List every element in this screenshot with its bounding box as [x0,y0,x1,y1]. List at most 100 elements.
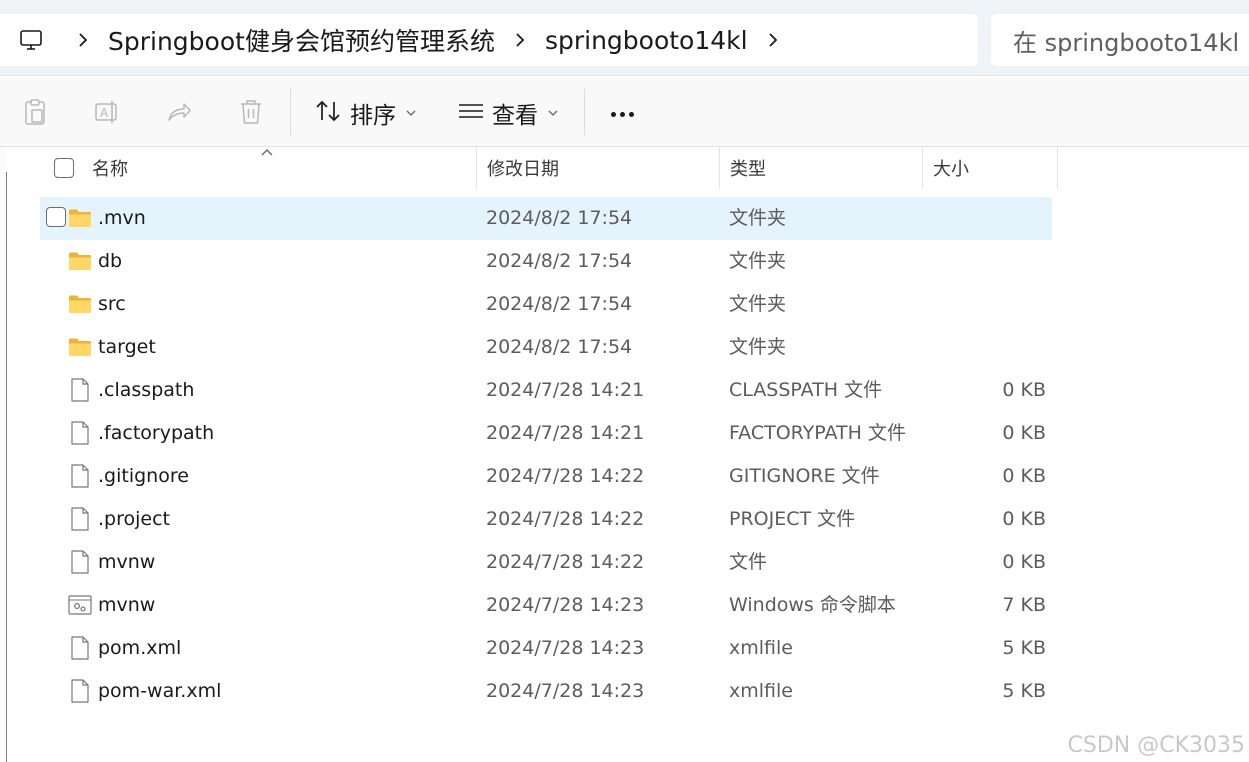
file-modified: 2024/7/28 14:22 [486,551,645,573]
file-name: src [98,293,126,315]
file-type: Windows 命令脚本 [729,594,896,616]
file-type: 文件夹 [729,293,787,315]
file-list: .mvn 2024/8/2 17:54 文件夹 db 2024/8/2 17:54 文件夹… [40,197,1052,713]
folder-icon [68,335,92,359]
file-row[interactable]: mvnw 2024/7/28 14:22 文件 0 KB [40,541,1052,584]
file-modified: 2024/7/28 14:23 [486,594,645,616]
address-bar[interactable]: Springboot健身会馆预约管理系统 springbooto14kl [0,14,978,66]
file-size: 0 KB [1002,465,1046,487]
file-name: db [98,250,123,272]
file-type: xmlfile [729,637,793,659]
file-icon [68,679,92,703]
file-modified: 2024/7/28 14:21 [486,422,645,444]
column-header-size-label: 大小 [933,159,969,180]
column-header-type-label: 类型 [730,159,766,180]
view-button[interactable]: 查看 [458,93,558,133]
file-row[interactable]: pom.xml 2024/7/28 14:23 xmlfile 5 KB [40,627,1052,670]
file-name: .factorypath [98,422,215,444]
file-row[interactable]: .mvn 2024/8/2 17:54 文件夹 [40,197,1052,240]
share-icon[interactable] [162,95,196,129]
script-file-icon [68,593,92,617]
file-row[interactable]: mvnw 2024/7/28 14:23 Windows 命令脚本 7 KB [40,584,1052,627]
view-label: 查看 [492,103,538,129]
file-row[interactable]: .project 2024/7/28 14:22 PROJECT 文件 0 KB [40,498,1052,541]
file-icon [68,464,92,488]
svg-text:A: A [100,106,109,120]
column-header-type[interactable]: 类型 [720,147,923,189]
address-bar-area: Springboot健身会馆预约管理系统 springbooto14kl 在 s… [0,0,1249,76]
file-row[interactable]: .classpath 2024/7/28 14:21 CLASSPATH 文件 0 K… [40,369,1052,412]
file-modified: 2024/7/28 14:23 [486,637,645,659]
file-type: PROJECT 文件 [729,508,856,530]
file-name: .classpath [98,379,195,401]
file-type: 文件夹 [729,336,787,358]
row-checkbox[interactable] [46,207,66,227]
column-header-row: 名称 修改日期 类型 大小 [40,147,1058,189]
chevron-down-icon [406,106,416,121]
chevron-right-icon[interactable] [752,14,794,66]
file-name: mvnw [98,594,156,616]
file-size: 5 KB [1002,637,1046,659]
folder-icon [68,292,92,316]
rename-icon[interactable]: A [90,95,124,129]
file-modified: 2024/8/2 17:54 [486,250,633,272]
file-row[interactable]: db 2024/8/2 17:54 文件夹 [40,240,1052,283]
file-row[interactable]: src 2024/8/2 17:54 文件夹 [40,283,1052,326]
file-modified: 2024/8/2 17:54 [486,207,633,229]
file-name: mvnw [98,551,156,573]
command-toolbar: A 排序 查看 [0,77,1249,147]
column-header-modified[interactable]: 修改日期 [477,147,720,189]
search-input[interactable]: 在 springbooto14kl 中 [991,14,1249,66]
breadcrumb-item-project[interactable]: Springboot健身会馆预约管理系统 [104,22,499,58]
paste-icon[interactable] [18,95,52,129]
file-row[interactable]: target 2024/8/2 17:54 文件夹 [40,326,1052,369]
file-size: 5 KB [1002,680,1046,702]
file-type: 文件 [729,551,768,573]
delete-icon[interactable] [234,95,268,129]
file-row[interactable]: pom-war.xml 2024/7/28 14:23 xmlfile 5 KB [40,670,1052,713]
file-icon [68,421,92,445]
chevron-down-icon [548,106,558,121]
view-list-icon [458,100,484,126]
select-all-checkbox[interactable] [54,147,78,189]
file-icon [68,636,92,660]
chevron-right-icon[interactable] [499,14,541,66]
file-type: 文件夹 [729,250,787,272]
file-icon [68,507,92,531]
file-icon [68,378,92,402]
file-size: 7 KB [1002,594,1046,616]
breadcrumb-item-current[interactable]: springbooto14kl [541,26,752,55]
file-type: GITIGNORE 文件 [729,465,880,487]
file-name: .gitignore [98,465,189,487]
sort-button[interactable]: 排序 [314,93,416,133]
file-type: FACTORYPATH 文件 [729,422,906,444]
chevron-right-icon[interactable] [62,14,104,66]
folder-icon [68,249,92,273]
file-name: .mvn [98,207,146,229]
file-name: pom-war.xml [98,680,222,702]
file-modified: 2024/8/2 17:54 [486,293,633,315]
file-size: 0 KB [1002,508,1046,530]
column-header-modified-label: 修改日期 [487,159,559,180]
search-placeholder: 在 springbooto14kl 中 [1013,28,1249,57]
toolbar-divider [290,89,291,135]
column-header-name[interactable]: 名称 [82,147,477,189]
file-name: .project [98,508,170,530]
file-type: xmlfile [729,680,793,702]
file-modified: 2024/7/28 14:22 [486,508,645,530]
file-name: pom.xml [98,637,182,659]
navigation-pane-divider[interactable] [6,172,7,762]
file-modified: 2024/8/2 17:54 [486,336,633,358]
column-header-size[interactable]: 大小 [923,147,1058,189]
folder-icon [68,206,92,230]
this-pc-icon[interactable] [0,14,62,66]
watermark: CSDN @CK3035 [1067,733,1246,758]
file-row[interactable]: .factorypath 2024/7/28 14:21 FACTORYPATH 文… [40,412,1052,455]
file-size: 0 KB [1002,422,1046,444]
file-size: 0 KB [1002,551,1046,573]
column-header-name-label: 名称 [92,159,128,180]
file-modified: 2024/7/28 14:23 [486,680,645,702]
file-row[interactable]: .gitignore 2024/7/28 14:22 GITIGNORE 文件 0 K… [40,455,1052,498]
more-options-icon[interactable] [606,99,638,129]
file-type: 文件夹 [729,207,787,229]
